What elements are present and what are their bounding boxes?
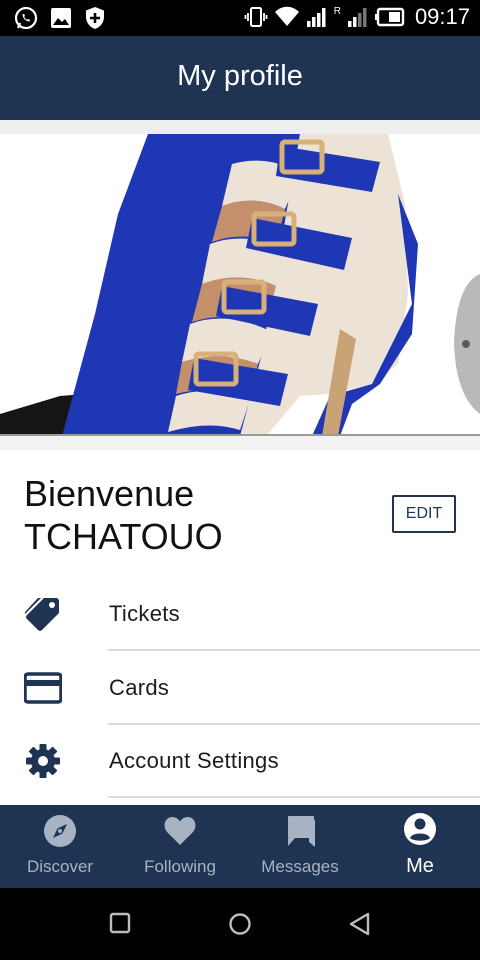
vibrate-icon [244, 7, 268, 27]
whatsapp-icon [14, 6, 38, 30]
welcome-greeting: Bienvenue TCHATOUO [24, 472, 223, 558]
home-circle-icon[interactable] [228, 912, 252, 936]
profile-banner-image [0, 134, 480, 436]
nav-tab-following[interactable]: Following [120, 805, 240, 888]
banner-shadow-strip [0, 436, 480, 450]
page-title: My profile [177, 60, 303, 92]
compass-icon [44, 815, 76, 847]
user-name: TCHATOUO [24, 516, 223, 557]
tag-icon [25, 598, 59, 631]
nav-label: Me [406, 855, 434, 877]
nav-label: Following [144, 857, 216, 876]
signal-icon [347, 8, 367, 27]
account-circle-icon [404, 813, 436, 845]
nav-label: Discover [26, 857, 94, 876]
recents-square-icon[interactable] [109, 912, 131, 934]
shield-plus-icon [86, 7, 104, 29]
menu-item-label: Cards [109, 675, 170, 700]
heart-icon [164, 817, 196, 845]
menu-item-label: Account Settings [109, 748, 279, 773]
status-bar: R 09:17 [0, 0, 480, 36]
menu-item-account-settings[interactable]: Account Settings [0, 724, 480, 798]
nav-tab-messages[interactable]: Messages [240, 805, 360, 888]
nav-tab-me[interactable]: Me [360, 805, 480, 888]
app-header: My profile [0, 36, 480, 120]
header-shadow-strip [0, 120, 480, 134]
gallery-icon [51, 8, 71, 28]
gear-icon [26, 744, 60, 778]
shoe-photo [0, 134, 480, 434]
chat-bubbles-icon [285, 816, 315, 847]
system-navigation-bar [0, 888, 480, 960]
nav-label: Messages [261, 857, 339, 876]
back-triangle-icon[interactable] [348, 912, 372, 936]
divider [108, 796, 480, 798]
signal-icon [306, 8, 326, 27]
wifi-icon [274, 6, 299, 26]
status-time: 09:17 [414, 4, 470, 29]
menu-item-tickets[interactable]: Tickets [0, 577, 480, 651]
credit-card-icon [24, 672, 62, 704]
bottom-navigation: Discover Following Messages Me [0, 805, 480, 888]
battery-icon [374, 7, 405, 27]
menu-item-cards[interactable]: Cards [0, 651, 480, 725]
nav-tab-discover[interactable]: Discover [0, 805, 120, 888]
edit-profile-button[interactable]: EDIT [392, 495, 456, 533]
greeting-line-1: Bienvenue [24, 473, 195, 514]
menu-item-label: Tickets [109, 601, 180, 626]
roaming-r-icon: R [333, 6, 341, 17]
